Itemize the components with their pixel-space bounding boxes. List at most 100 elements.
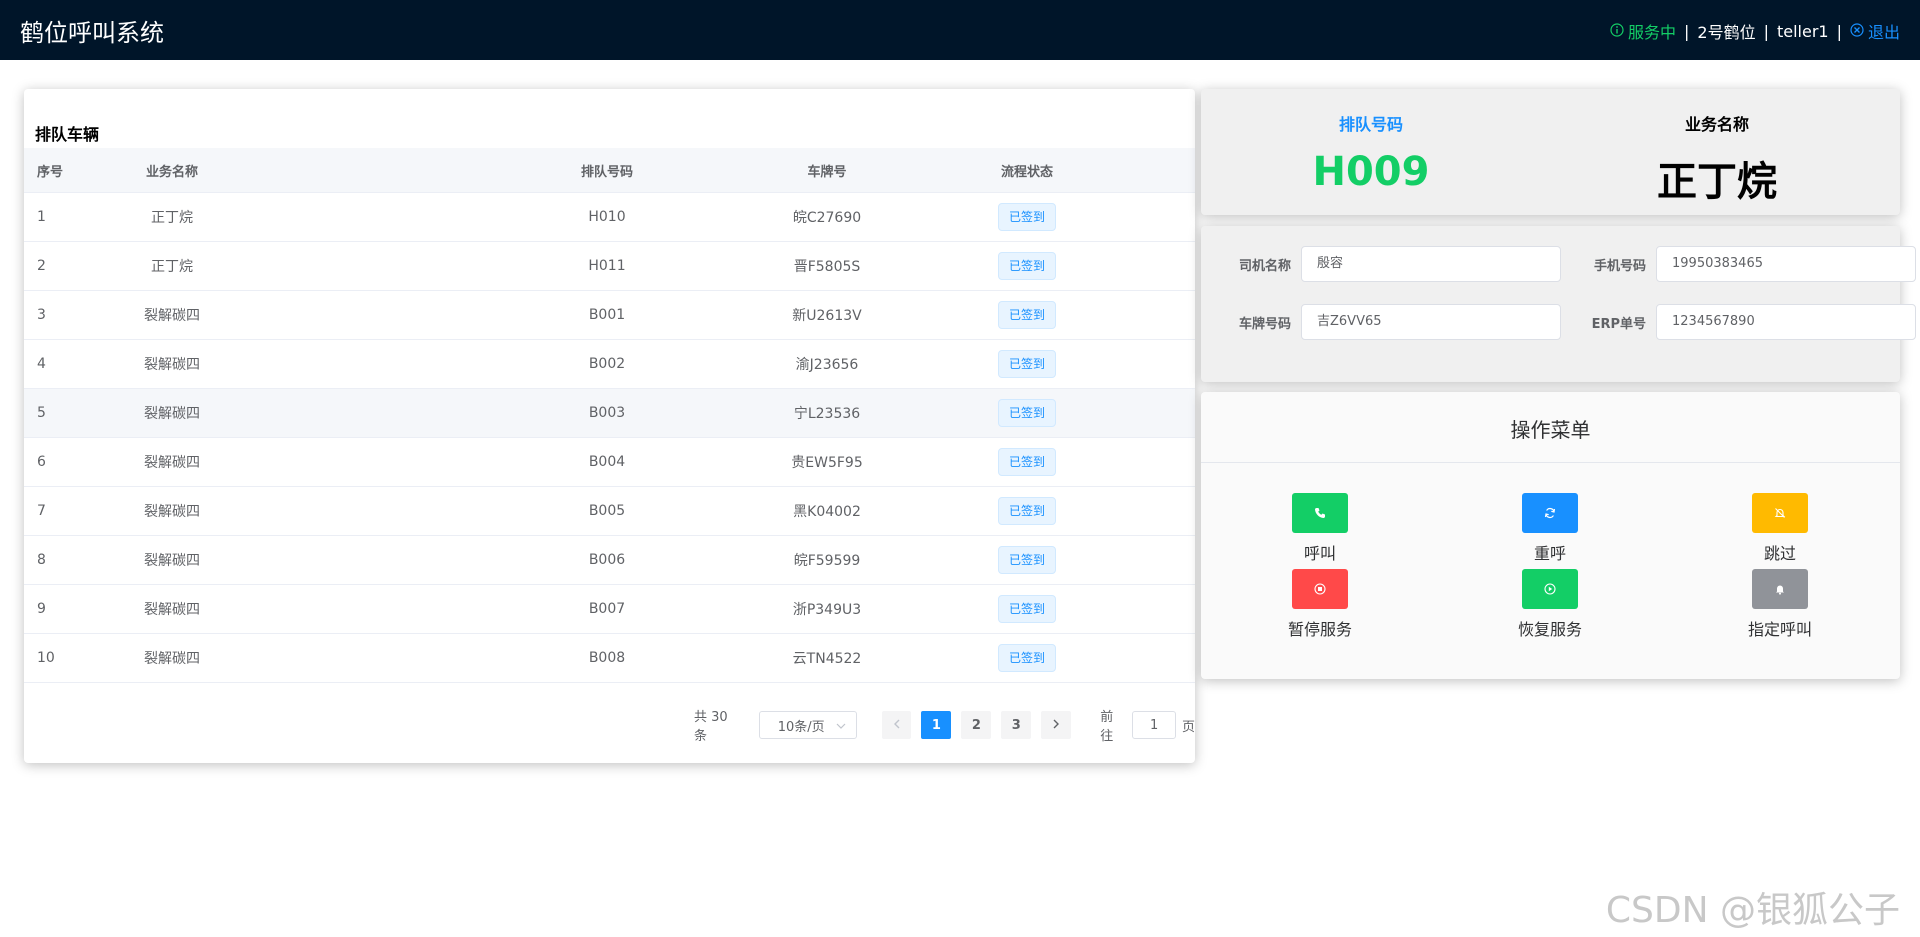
form-row-2: 车牌号码 吉Z6VV65 ERP单号 1234567890 [1221,304,1920,340]
pagination: 共 30 条 10条/页 1 2 3 前往 1 页 [694,710,1195,744]
table-row[interactable]: 2 正丁烷 H011 晋F5805S 已签到 [24,242,1195,291]
driver-name-field[interactable]: 殷容 [1301,246,1561,282]
cell-status: 已签到 [982,644,1072,672]
status-badge: 已签到 [997,595,1056,623]
current-business-label: 业务名称 [1684,115,1749,134]
cell-plate: 贵EW5F95 [791,455,863,471]
logout-button[interactable]: 退出 [1850,19,1900,43]
page-size-select[interactable]: 10条/页 [758,711,857,739]
status-badge: 已签到 [997,350,1056,378]
pause-service-label: 暂停服务 [1287,620,1352,639]
refresh-icon [1544,504,1556,523]
separator: | [1763,21,1769,41]
current-queue-number: H009 [1312,149,1430,195]
cell-queue-no: B001 [588,307,626,323]
prev-page-button[interactable] [881,711,912,739]
status-badge: 已签到 [997,644,1056,672]
cell-business: 裂解碳四 [144,504,200,520]
recall-label: 重呼 [1533,544,1566,563]
page-button-3[interactable]: 3 [1001,711,1032,739]
cell-queue-no: B005 [588,503,626,519]
call-action: 呼叫 [1260,493,1380,564]
column-header-index: 序号 [37,164,64,180]
recall-button[interactable] [1522,493,1578,533]
goto-prefix: 前往 [1100,710,1114,744]
skip-action: 跳过 [1720,493,1840,564]
cell-status: 已签到 [982,448,1072,476]
cell-index: 2 [37,258,46,274]
pause-service-button[interactable] [1292,569,1348,609]
table-row[interactable]: 6 裂解碳四 B004 贵EW5F95 已签到 [24,438,1195,487]
status-badge: 已签到 [997,203,1056,231]
table-row[interactable]: 4 裂解碳四 B002 渝J23656 已签到 [24,340,1195,389]
cell-queue-no: B006 [588,552,626,568]
cell-index: 9 [37,601,46,617]
cell-status: 已签到 [982,350,1072,378]
table-row[interactable]: 1 正丁烷 H010 皖C27690 已签到 [24,193,1195,242]
cell-status: 已签到 [982,497,1072,525]
recall-action: 重呼 [1490,493,1610,564]
current-ticket-panel: 排队号码 H009 业务名称 正丁烷 [1201,89,1900,215]
erp-field[interactable]: 1234567890 [1656,304,1916,340]
driver-name-label: 司机名称 [1238,258,1291,274]
cell-business: 裂解碳四 [144,455,200,471]
cell-status: 已签到 [982,399,1072,427]
cell-index: 8 [37,552,46,568]
cell-queue-no: B002 [588,356,626,372]
table-body: 1 正丁烷 H010 皖C27690 已签到 2 正丁烷 H011 晋F5805S 已签到 3 裂解碳… [24,193,1195,683]
cell-index: 6 [37,454,46,470]
cell-queue-no: B008 [588,650,626,666]
phone-field[interactable]: 19950383465 [1656,246,1916,282]
operation-menu: 操作菜单 呼叫 重呼 跳过 暂停服务 恢复服务 指定呼叫 [1201,392,1900,679]
page-size-value: 10条/页 [777,719,825,735]
cell-business: 裂解碳四 [144,406,200,422]
current-business-name: 正丁烷 [1657,159,1777,205]
table-row[interactable]: 10 裂解碳四 B008 云TN4522 已签到 [24,634,1195,683]
page-button-1[interactable]: 1 [921,711,952,739]
driver-info-form: 司机名称 殷容 手机号码 19950383465 车牌号码 吉Z6VV65 ER… [1201,226,1916,382]
assign-call-button[interactable] [1752,569,1808,609]
form-row-1: 司机名称 殷容 手机号码 19950383465 [1221,246,1920,282]
cell-plate: 新U2613V [792,308,862,324]
cell-status: 已签到 [982,203,1072,231]
cell-index: 4 [37,356,46,372]
status-badge: 已签到 [997,301,1056,329]
current-queue-label: 排队号码 [1338,115,1403,134]
mute-bell-icon [1774,504,1786,523]
assign-call-action: 指定呼叫 [1720,569,1840,640]
table-row[interactable]: 8 裂解碳四 B006 皖F59599 已签到 [24,536,1195,585]
goto-page-input[interactable]: 1 [1132,711,1177,739]
station-name: 2号鹤位 [1697,23,1756,42]
cell-business: 裂解碳四 [144,651,200,667]
cell-plate: 宁L23536 [793,406,861,422]
page-button-2[interactable]: 2 [961,711,992,739]
resume-service-button[interactable] [1522,569,1578,609]
app-title: 鹤位呼叫系统 [20,19,164,47]
cell-queue-no: B007 [588,601,626,617]
separator: | [1684,21,1690,41]
pause-action: 暂停服务 [1260,569,1380,640]
table-row[interactable]: 9 裂解碳四 B007 浙P349U3 已签到 [24,585,1195,634]
queue-panel-title: 排队车辆 [35,125,100,144]
next-page-button[interactable] [1041,711,1072,739]
skip-button[interactable] [1752,493,1808,533]
table-row[interactable]: 5 裂解碳四 B003 宁L23536 已签到 [24,389,1195,438]
plate-field[interactable]: 吉Z6VV65 [1301,304,1561,340]
cell-queue-no: H011 [588,258,626,274]
cell-business: 裂解碳四 [144,602,200,618]
watermark: CSDN @银狐公子 [1605,890,1900,931]
cell-queue-no: H010 [588,209,626,225]
skip-label: 跳过 [1763,544,1796,563]
cell-plate: 皖F59599 [793,553,861,569]
table-row[interactable]: 3 裂解碳四 B001 新U2613V 已签到 [24,291,1195,340]
top-bar: 鹤位呼叫系统 服务中 | 2号鹤位 | teller1 | 退出 [0,0,1920,60]
total-count: 共 30 条 [694,710,728,744]
chevron-down-icon [836,718,846,733]
cell-status: 已签到 [982,252,1072,280]
table-row[interactable]: 7 裂解碳四 B005 黑K04002 已签到 [24,487,1195,536]
table-header: 序号 业务名称 排队号码 车牌号 流程状态 [24,148,1195,193]
service-status: 服务中 [1610,19,1676,43]
call-button[interactable] [1292,493,1348,533]
column-header-queue-no: 排队号码 [580,164,633,180]
plate-label: 车牌号码 [1238,316,1291,332]
